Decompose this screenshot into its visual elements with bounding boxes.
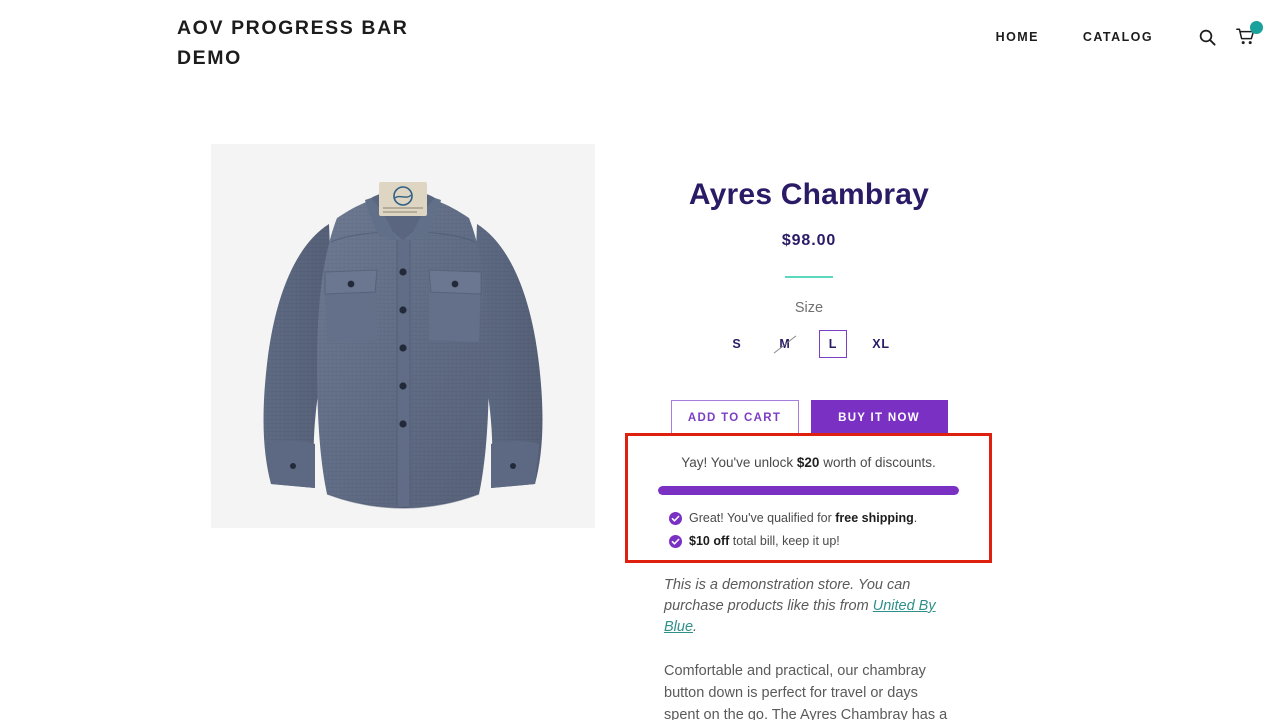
product-price: $98.00	[781, 232, 837, 249]
buy-it-now-button[interactable]: Buy it now	[810, 400, 948, 436]
accent-divider	[785, 276, 833, 278]
aov-headline-amount: $20	[796, 455, 820, 470]
aov-headline-post: worth of discounts.	[819, 455, 936, 470]
reward-post: total bill, keep it up!	[729, 534, 840, 548]
list-item: $10 off total bill, keep it up!	[669, 530, 959, 553]
aov-headline: Yay! You've unlock $20 worth of discount…	[658, 454, 959, 472]
demo-note-post: .	[693, 619, 698, 635]
reward-bold: $10 off	[689, 534, 730, 548]
aov-inner: Yay! You've unlock $20 worth of discount…	[628, 436, 989, 553]
product-info: Ayres Chambray $98.00 Size S M L XL Add …	[625, 160, 993, 436]
reward-bold: free shipping	[835, 511, 914, 525]
size-options: S M L XL	[625, 330, 993, 358]
product-image[interactable]	[211, 144, 595, 528]
size-option-m[interactable]: M	[761, 330, 809, 358]
reward-text: $10 off total bill, keep it up!	[689, 530, 840, 553]
search-icon[interactable]	[1175, 29, 1230, 46]
product-page: AOV Progress Bar Demo Home Catalog	[0, 0, 1280, 720]
aov-rewards-list: Great! You've qualified for free shippin…	[658, 507, 959, 553]
size-option-xl[interactable]: XL	[857, 330, 905, 358]
site-logo[interactable]: AOV Progress Bar Demo	[177, 13, 477, 73]
aov-headline-pre: Yay! You've unlock	[681, 455, 797, 470]
purchase-actions: Add to cart Buy it now	[625, 400, 993, 436]
add-to-cart-button[interactable]: Add to cart	[670, 400, 799, 436]
cart-icon[interactable]	[1230, 21, 1280, 46]
description-body: Comfortable and practical, our chambray …	[664, 663, 948, 720]
nav-link-home[interactable]: Home	[974, 30, 1061, 44]
list-item: Great! You've qualified for free shippin…	[669, 507, 959, 530]
aov-progress-bar-widget: Yay! You've unlock $20 worth of discount…	[625, 433, 992, 563]
progress-track	[658, 486, 959, 495]
reward-pre: Great! You've qualified for	[689, 511, 836, 525]
reward-text: Great! You've qualified for free shippin…	[689, 507, 917, 530]
check-circle-icon	[669, 512, 682, 525]
reward-post: .	[913, 511, 918, 525]
progress-fill	[658, 486, 959, 495]
size-label: Size	[794, 300, 824, 316]
demo-store-note: This is a demonstration store. You can p…	[664, 575, 954, 638]
page-title: Ayres Chambray	[688, 178, 930, 211]
check-circle-icon	[669, 535, 682, 548]
cart-count-badge	[1250, 21, 1263, 34]
size-option-s[interactable]: S	[713, 330, 761, 358]
product-description: This is a demonstration store. You can p…	[664, 575, 954, 720]
main-navigation: Home Catalog	[974, 21, 1280, 46]
size-option-l[interactable]: L	[819, 330, 847, 358]
site-header: AOV Progress Bar Demo Home Catalog	[0, 0, 1280, 90]
nav-link-catalog[interactable]: Catalog	[1061, 30, 1175, 44]
